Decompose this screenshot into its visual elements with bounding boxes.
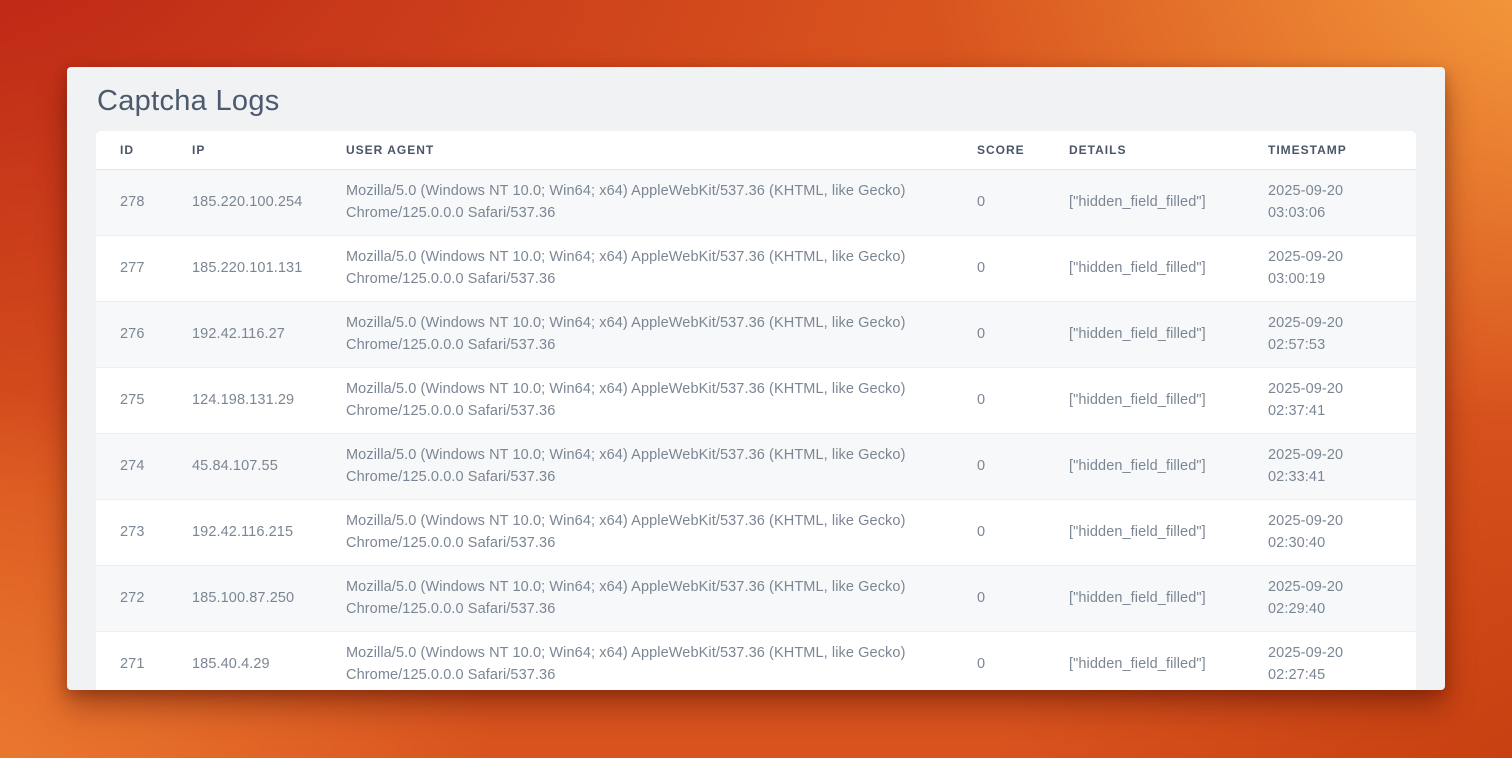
cell-details: ["hidden_field_filled"] <box>1045 170 1244 236</box>
cell-timestamp: 2025-09-20 03:00:19 <box>1244 236 1416 302</box>
table-row: 278185.220.100.254Mozilla/5.0 (Windows N… <box>96 170 1416 236</box>
cell-ip: 192.42.116.27 <box>168 302 322 368</box>
column-header-timestamp: TIMESTAMP <box>1244 131 1416 170</box>
column-header-id: ID <box>96 131 168 170</box>
cell-id: 273 <box>96 500 168 566</box>
logs-table-container: IDIPUSER AGENTSCOREDETAILSTIMESTAMP 2781… <box>96 131 1416 690</box>
cell-user_agent: Mozilla/5.0 (Windows NT 10.0; Win64; x64… <box>322 170 953 236</box>
cell-ip: 185.220.101.131 <box>168 236 322 302</box>
cell-ip: 185.40.4.29 <box>168 632 322 691</box>
table-row: 271185.40.4.29Mozilla/5.0 (Windows NT 10… <box>96 632 1416 691</box>
cell-id: 271 <box>96 632 168 691</box>
cell-id: 277 <box>96 236 168 302</box>
cell-timestamp: 2025-09-20 02:27:45 <box>1244 632 1416 691</box>
column-header-user_agent: USER AGENT <box>322 131 953 170</box>
cell-details: ["hidden_field_filled"] <box>1045 302 1244 368</box>
cell-ip: 124.198.131.29 <box>168 368 322 434</box>
cell-id: 272 <box>96 566 168 632</box>
cell-details: ["hidden_field_filled"] <box>1045 368 1244 434</box>
table-row: 27445.84.107.55Mozilla/5.0 (Windows NT 1… <box>96 434 1416 500</box>
cell-score: 0 <box>953 632 1045 691</box>
page-background: Captcha Logs IDIPUSER AGENTSCOREDETAILST… <box>0 0 1512 758</box>
cell-timestamp: 2025-09-20 02:37:41 <box>1244 368 1416 434</box>
table-header-row: IDIPUSER AGENTSCOREDETAILSTIMESTAMP <box>96 131 1416 170</box>
cell-ip: 185.220.100.254 <box>168 170 322 236</box>
table-row: 276192.42.116.27Mozilla/5.0 (Windows NT … <box>96 302 1416 368</box>
table-header: IDIPUSER AGENTSCOREDETAILSTIMESTAMP <box>96 131 1416 170</box>
cell-id: 276 <box>96 302 168 368</box>
cell-user_agent: Mozilla/5.0 (Windows NT 10.0; Win64; x64… <box>322 236 953 302</box>
cell-timestamp: 2025-09-20 02:30:40 <box>1244 500 1416 566</box>
cell-score: 0 <box>953 434 1045 500</box>
cell-user_agent: Mozilla/5.0 (Windows NT 10.0; Win64; x64… <box>322 500 953 566</box>
cell-user_agent: Mozilla/5.0 (Windows NT 10.0; Win64; x64… <box>322 368 953 434</box>
cell-user_agent: Mozilla/5.0 (Windows NT 10.0; Win64; x64… <box>322 302 953 368</box>
table-row: 275124.198.131.29Mozilla/5.0 (Windows NT… <box>96 368 1416 434</box>
cell-ip: 45.84.107.55 <box>168 434 322 500</box>
table-body: 278185.220.100.254Mozilla/5.0 (Windows N… <box>96 170 1416 691</box>
cell-details: ["hidden_field_filled"] <box>1045 236 1244 302</box>
cell-score: 0 <box>953 500 1045 566</box>
page-title: Captcha Logs <box>67 67 1445 131</box>
cell-timestamp: 2025-09-20 02:33:41 <box>1244 434 1416 500</box>
cell-timestamp: 2025-09-20 02:29:40 <box>1244 566 1416 632</box>
cell-details: ["hidden_field_filled"] <box>1045 632 1244 691</box>
cell-user_agent: Mozilla/5.0 (Windows NT 10.0; Win64; x64… <box>322 434 953 500</box>
table-row: 273192.42.116.215Mozilla/5.0 (Windows NT… <box>96 500 1416 566</box>
cell-ip: 192.42.116.215 <box>168 500 322 566</box>
cell-timestamp: 2025-09-20 03:03:06 <box>1244 170 1416 236</box>
captcha-logs-card: Captcha Logs IDIPUSER AGENTSCOREDETAILST… <box>67 67 1445 690</box>
cell-ip: 185.100.87.250 <box>168 566 322 632</box>
cell-score: 0 <box>953 368 1045 434</box>
cell-score: 0 <box>953 170 1045 236</box>
cell-id: 278 <box>96 170 168 236</box>
cell-details: ["hidden_field_filled"] <box>1045 566 1244 632</box>
logs-table: IDIPUSER AGENTSCOREDETAILSTIMESTAMP 2781… <box>96 131 1416 690</box>
cell-details: ["hidden_field_filled"] <box>1045 434 1244 500</box>
column-header-score: SCORE <box>953 131 1045 170</box>
cell-user_agent: Mozilla/5.0 (Windows NT 10.0; Win64; x64… <box>322 632 953 691</box>
column-header-ip: IP <box>168 131 322 170</box>
cell-score: 0 <box>953 236 1045 302</box>
cell-id: 274 <box>96 434 168 500</box>
cell-details: ["hidden_field_filled"] <box>1045 500 1244 566</box>
cell-score: 0 <box>953 566 1045 632</box>
cell-timestamp: 2025-09-20 02:57:53 <box>1244 302 1416 368</box>
cell-user_agent: Mozilla/5.0 (Windows NT 10.0; Win64; x64… <box>322 566 953 632</box>
table-row: 272185.100.87.250Mozilla/5.0 (Windows NT… <box>96 566 1416 632</box>
cell-score: 0 <box>953 302 1045 368</box>
cell-id: 275 <box>96 368 168 434</box>
table-row: 277185.220.101.131Mozilla/5.0 (Windows N… <box>96 236 1416 302</box>
column-header-details: DETAILS <box>1045 131 1244 170</box>
